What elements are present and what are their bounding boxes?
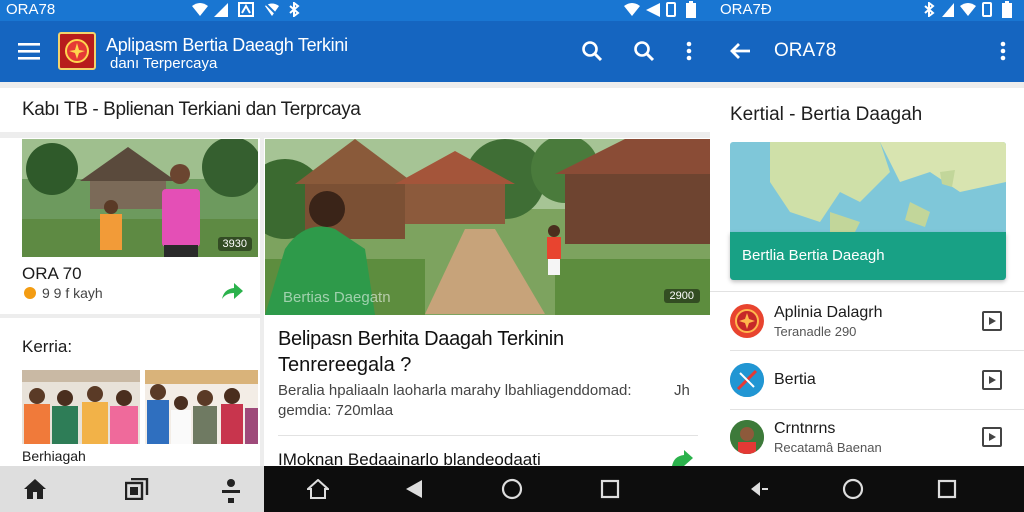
phone-icon [666, 2, 676, 17]
divider [278, 435, 698, 436]
news-thumbnail[interactable] [22, 370, 140, 444]
right-status-bar: ORA7Đ [710, 0, 1024, 21]
more-vert-icon[interactable] [678, 37, 700, 65]
home-outline-icon[interactable] [304, 476, 332, 502]
search-icon[interactable] [630, 37, 658, 65]
list-item-subtitle: Recatamâ Baenan [774, 440, 882, 455]
news-card[interactable]: Kerria: Berhiagah [0, 318, 260, 466]
back-icon[interactable] [746, 476, 774, 502]
back-icon[interactable] [400, 476, 428, 502]
more-vert-icon[interactable] [992, 37, 1014, 65]
region-card: Kertial - Bertia Daagah Bertlia Bertia D… [710, 88, 1024, 466]
battery-icon [686, 1, 696, 18]
phone-icon [982, 2, 992, 17]
bluetooth-icon [924, 2, 935, 17]
map-banner-label: Bertlia Bertia Daeagh [742, 247, 885, 264]
news-thumbnail[interactable] [145, 370, 258, 444]
list-item[interactable]: Crntnrns Recatamâ Baenan [710, 410, 1024, 466]
app-logo [58, 32, 96, 70]
list-item-title: Bertia [774, 371, 816, 388]
section-title: Kertial - Bertia Daagah [730, 104, 923, 125]
circle-home-icon[interactable] [839, 476, 867, 502]
list-item-title: Crntnrns [774, 420, 836, 437]
right-content: Kertial - Bertia Daagah Bertlia Bertia D… [710, 82, 1024, 466]
bookmarks-icon[interactable] [122, 476, 152, 502]
card-caption: Berhiagah [22, 448, 86, 464]
app-title: Aplipasm Bertia Daeagh Terkini [106, 35, 348, 55]
featured-article-card[interactable]: Bertias Daegatn 2900 Belipasn Berhita Da… [264, 138, 710, 466]
right-app-bar: ORA78 [710, 21, 1024, 82]
featured-image[interactable]: Bertias Daegatn 2900 [265, 139, 710, 315]
back-arrow-icon[interactable] [724, 37, 756, 65]
article-title: Belipasn Berhita Daagah Terkinin [278, 328, 564, 350]
left-status-bar: ORA78 [0, 0, 710, 21]
person-icon[interactable] [216, 476, 246, 506]
list-item[interactable]: Bertia [710, 351, 1024, 409]
bluetooth-icon [289, 2, 300, 17]
system-nav-bar [710, 466, 1024, 512]
signal-icon [942, 3, 954, 17]
app-title: ORA78 [774, 40, 837, 61]
article-meta: gemdia: 720mlaa [278, 402, 394, 419]
article-excerpt-suffix: Jh [674, 382, 690, 399]
article-title-continued: Tenrereegala ? [278, 354, 412, 376]
signal-icon [214, 3, 228, 17]
left-content: Kabı TB - Bplienan Terkiani dan Terprcay… [0, 82, 710, 466]
play-icon[interactable] [982, 427, 1002, 447]
play-icon[interactable] [982, 370, 1002, 390]
news-thumbnail[interactable]: 3930 [22, 139, 258, 257]
next-article-title[interactable]: IMoknan Bedaainarlo blandeodaati [278, 450, 541, 466]
card-title: Kerria: [22, 337, 73, 356]
menu-icon[interactable] [12, 37, 46, 65]
left-app-bar: Aplipasm Bertia Daeagh Terkini danı Terp… [0, 21, 710, 82]
card-meta: 9 9 f kayh [42, 285, 103, 301]
bottom-nav [0, 466, 264, 512]
status-time: ORA7Đ [720, 1, 772, 18]
wifi-icon [960, 3, 976, 16]
wifi-icon [624, 3, 640, 16]
image-watermark: Bertias Daegatn [283, 289, 391, 306]
sim-icon [238, 2, 254, 17]
home-icon[interactable] [20, 476, 50, 502]
card-title: ORA 70 [22, 264, 82, 283]
search-icon[interactable] [578, 37, 606, 65]
battery-icon [1002, 1, 1012, 18]
circle-home-icon[interactable] [498, 476, 526, 502]
avatar [730, 304, 764, 338]
news-card[interactable]: 3930 ORA 70 9 9 f kayh [0, 138, 260, 314]
page-title: Kabı TB - Bplienan Terkiani dan Terprcay… [22, 99, 361, 120]
system-nav-bar [264, 466, 710, 512]
share-icon[interactable] [218, 278, 246, 304]
map-banner[interactable]: Bertlia Bertia Daeagh [730, 232, 1006, 280]
signal-icon [646, 3, 660, 17]
share-icon[interactable] [670, 450, 694, 466]
list-item-title: Aplinia Dalagrh [774, 304, 883, 321]
list-item[interactable]: Aplinia Dalagrh Teranadle 290 [710, 292, 1024, 350]
media-badge: 2900 [663, 289, 700, 303]
avatar [730, 420, 764, 454]
square-recents-icon[interactable] [933, 476, 961, 502]
app-subtitle: danı Terpercaya [110, 55, 218, 72]
wifi-off-icon [265, 3, 279, 17]
content-header: Kabı TB - Bplienan Terkiani dan Terprcay… [0, 88, 710, 132]
media-badge: 3930 [217, 237, 252, 251]
play-icon[interactable] [982, 311, 1002, 331]
article-excerpt: Beralia hpaliaaln laoharla marahy lbahli… [278, 382, 632, 399]
wifi-icon [192, 3, 208, 16]
flame-icon [24, 287, 36, 299]
list-item-subtitle: Teranadle 290 [774, 324, 857, 339]
avatar [730, 363, 764, 397]
status-time: ORA78 [6, 1, 56, 18]
square-recents-icon[interactable] [596, 476, 624, 502]
